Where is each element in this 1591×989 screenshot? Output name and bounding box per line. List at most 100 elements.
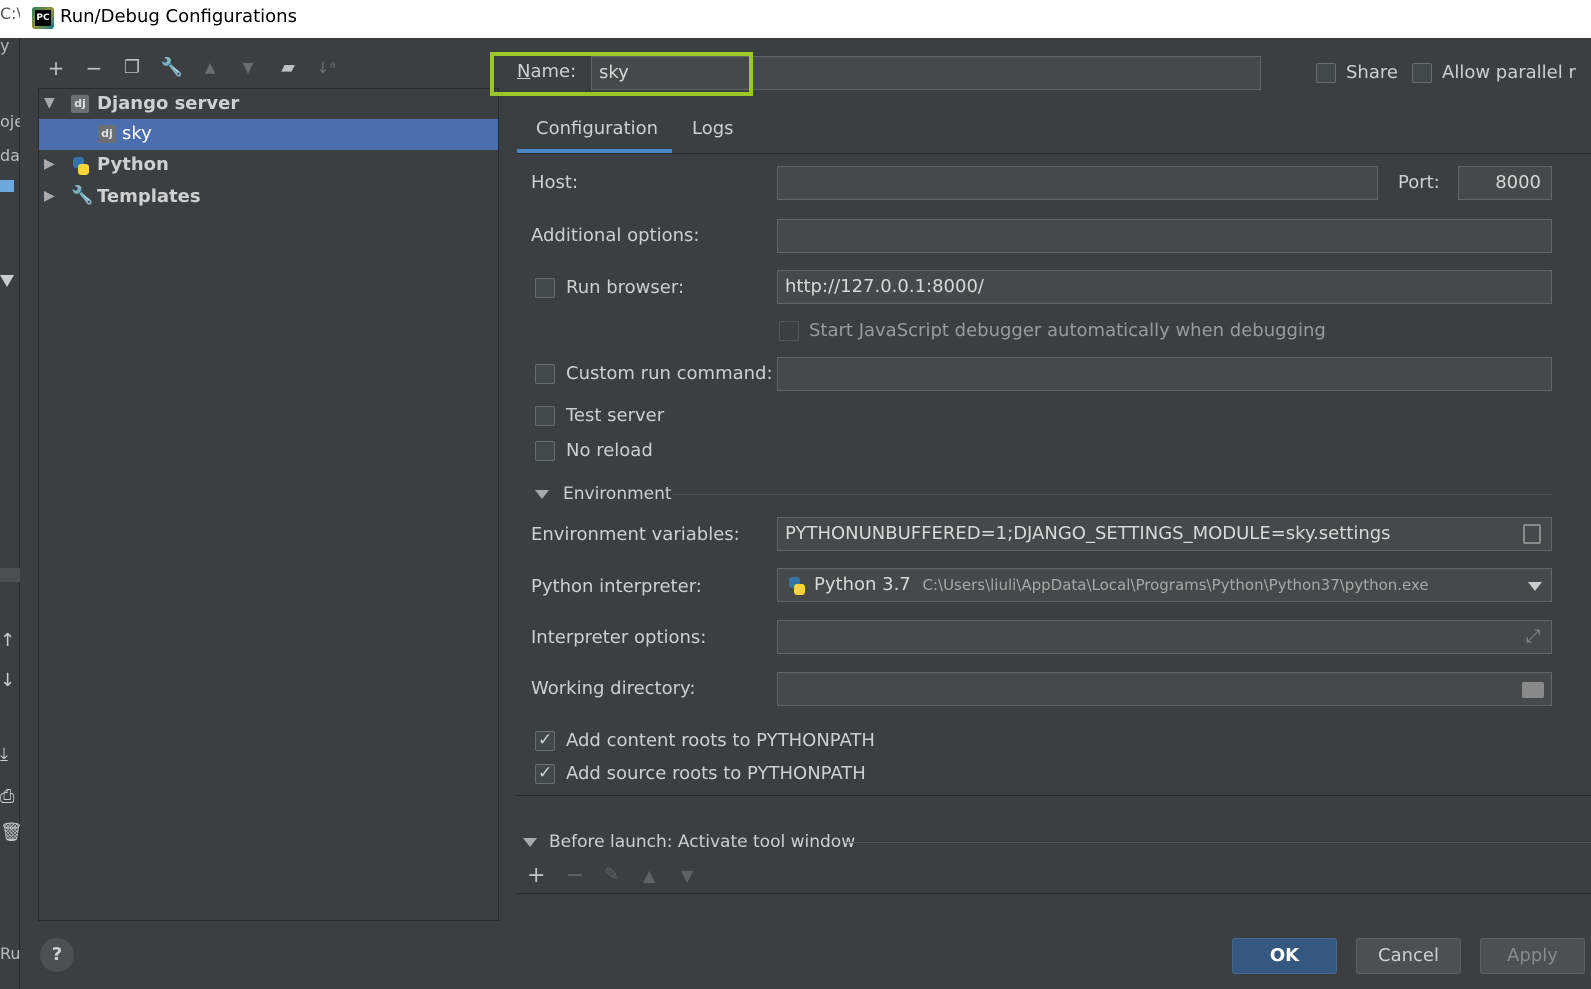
ide-side-strip: C:\ y oje day Ru ↑ ↓ ⤓ ⎙ 🗑	[0, 0, 23, 989]
test-server-checkbox[interactable]	[535, 406, 555, 426]
tree-item-label: sky	[122, 123, 152, 144]
tree-item-templates[interactable]: ▶ 🔧 Templates	[39, 182, 498, 213]
environment-collapse-icon[interactable]	[535, 490, 549, 499]
custom-run-command-checkbox[interactable]	[535, 364, 555, 384]
run-browser-checkbox[interactable]	[535, 278, 555, 298]
add-icon[interactable]: +	[42, 54, 70, 82]
add-content-roots-label: Add content roots to PYTHONPATH	[566, 730, 875, 751]
cancel-button[interactable]: Cancel	[1356, 938, 1461, 974]
remove-icon[interactable]: −	[566, 863, 584, 888]
expand-icon[interactable]: ⤢	[1526, 626, 1540, 647]
before-launch-title: Before launch: Activate tool window	[549, 832, 856, 852]
move-up-icon[interactable]: ▲	[196, 54, 224, 82]
download-icon[interactable]: ⤓	[0, 744, 8, 765]
name-highlight-box	[490, 52, 753, 96]
run-browser-label: Run browser:	[566, 277, 685, 298]
host-label: Host:	[531, 172, 579, 193]
remove-icon[interactable]: −	[80, 54, 108, 82]
python-interpreter-label: Python interpreter:	[531, 576, 702, 597]
add-icon[interactable]: +	[527, 863, 545, 888]
before-launch-collapse-icon[interactable]	[523, 838, 537, 847]
ide-strip-text: oje	[0, 112, 20, 131]
copy-icon[interactable]: ❐	[118, 54, 146, 82]
python-icon	[787, 576, 807, 596]
interpreter-name: Python 3.7	[814, 574, 911, 595]
apply-button[interactable]: Apply	[1480, 938, 1585, 974]
ok-button[interactable]: OK	[1232, 938, 1337, 974]
share-label: Share	[1346, 62, 1398, 83]
move-down-icon[interactable]: ▼	[234, 54, 262, 82]
allow-parallel-checkbox[interactable]	[1412, 63, 1432, 83]
configurations-toolbar: + − ❐ 🔧 ▲ ▼ ▰ ↓ᵃ	[38, 50, 498, 86]
interpreter-options-label: Interpreter options:	[531, 627, 707, 648]
print-icon[interactable]: ⎙	[0, 786, 14, 807]
working-directory-input[interactable]	[777, 672, 1552, 706]
django-icon: dj	[71, 95, 89, 113]
tree-item-label: Templates	[97, 186, 201, 207]
host-input[interactable]	[777, 166, 1378, 200]
custom-run-command-label: Custom run command:	[566, 363, 773, 384]
add-content-roots-checkbox[interactable]	[535, 730, 555, 751]
environment-section-title: Environment	[563, 484, 672, 504]
chevron-down-icon[interactable]	[1528, 582, 1542, 591]
pycharm-icon: PC	[32, 7, 54, 29]
python-interpreter-select[interactable]: Python 3.7 C:\Users\liuli\AppData\Local\…	[777, 568, 1552, 602]
edit-icon[interactable]: ✎	[604, 864, 619, 885]
tree-item-sky[interactable]: dj sky	[39, 119, 498, 150]
tree-item-label: Django server	[97, 93, 240, 114]
env-vars-input[interactable]: PYTHONUNBUFFERED=1;DJANGO_SETTINGS_MODUL…	[777, 517, 1552, 551]
ide-strip-text: Ru	[0, 944, 20, 963]
custom-run-command-input[interactable]	[777, 357, 1552, 391]
up-arrow-icon[interactable]: ↑	[0, 630, 15, 651]
no-reload-label: No reload	[566, 440, 653, 461]
expand-arrow-icon[interactable]: ▼	[44, 95, 55, 111]
working-directory-label: Working directory:	[531, 678, 696, 699]
new-folder-icon[interactable]: ▰	[274, 54, 302, 82]
before-launch-separator	[846, 842, 1591, 843]
tab-logs[interactable]: Logs	[692, 118, 734, 139]
interpreter-options-input[interactable]	[777, 620, 1552, 654]
allow-parallel-label: Allow parallel r	[1442, 62, 1576, 83]
window-title: Run/Debug Configurations	[60, 6, 297, 27]
arrow-down-icon	[0, 275, 14, 287]
wrench-icon: 🔧	[71, 185, 94, 206]
no-reload-checkbox[interactable]	[535, 441, 555, 461]
folder-icon	[0, 180, 14, 192]
run-browser-url-input[interactable]: http://127.0.0.1:8000/	[777, 270, 1552, 304]
add-source-roots-label: Add source roots to PYTHONPATH	[566, 763, 866, 784]
tree-item-django-server[interactable]: ▼ dj Django server	[39, 89, 498, 120]
collapse-arrow-icon[interactable]: ▶	[44, 188, 55, 204]
config-tabs: Configuration Logs	[517, 108, 1591, 154]
tree-item-label: Python	[97, 154, 169, 175]
env-vars-edit-icon[interactable]	[1523, 524, 1541, 544]
sort-icon[interactable]: ↓ᵃ	[312, 54, 340, 82]
move-up-icon[interactable]: ▲	[643, 866, 655, 885]
ide-strip-text: C:\	[0, 4, 20, 23]
js-debugger-label: Start JavaScript debugger automatically …	[809, 320, 1326, 341]
port-input[interactable]: 8000	[1458, 166, 1552, 200]
tree-item-python[interactable]: ▶ Python	[39, 150, 498, 181]
interpreter-path: C:\Users\liuli\AppData\Local\Programs\Py…	[922, 576, 1429, 594]
trash-icon[interactable]: 🗑	[0, 822, 23, 843]
active-tab-indicator	[517, 149, 672, 153]
wrench-icon[interactable]: 🔧	[158, 54, 186, 82]
port-label: Port:	[1398, 172, 1440, 193]
window-title-bar: PC Run/Debug Configurations	[20, 0, 1591, 38]
django-icon: dj	[98, 125, 116, 143]
tool-window-button[interactable]	[0, 568, 20, 582]
down-arrow-icon[interactable]: ↓	[0, 670, 15, 691]
js-debugger-checkbox[interactable]	[779, 321, 799, 341]
add-source-roots-checkbox[interactable]	[535, 763, 555, 784]
python-icon	[71, 156, 91, 176]
folder-icon[interactable]	[1522, 682, 1544, 698]
ide-strip-text: day	[0, 146, 20, 165]
before-launch-list-border	[517, 893, 1591, 894]
test-server-label: Test server	[566, 405, 665, 426]
tab-configuration[interactable]: Configuration	[536, 118, 658, 139]
collapse-arrow-icon[interactable]: ▶	[44, 156, 55, 172]
help-button[interactable]: ?	[40, 938, 74, 972]
move-down-icon[interactable]: ▼	[681, 866, 693, 885]
additional-options-input[interactable]	[777, 219, 1552, 253]
share-checkbox[interactable]	[1316, 63, 1336, 83]
env-vars-label: Environment variables:	[531, 524, 740, 545]
